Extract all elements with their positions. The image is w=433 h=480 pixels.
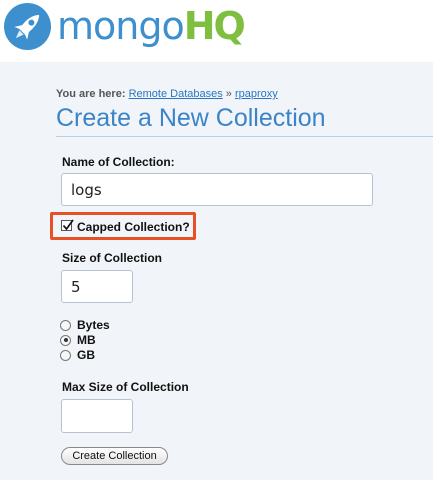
main-content: You are here: Remote Databases » rpaprox… [0,62,433,480]
unit-radio-mb[interactable] [60,334,71,346]
logo-hq: HQ [183,4,246,48]
unit-option-mb[interactable]: MB [60,333,96,347]
logo-mongo: mongo [57,4,185,48]
breadcrumb-prefix: You are here: [56,88,126,100]
unit-radio-bytes[interactable] [60,319,71,331]
page-title: Create a New Collection [56,104,326,132]
logo-text[interactable]: mongoHQ [57,2,246,50]
max-size-input[interactable] [61,399,133,433]
rocket-icon[interactable] [4,3,51,50]
checkmark-icon [62,219,74,231]
capped-label: Capped Collection? [77,220,190,234]
header: mongoHQ [0,0,433,62]
size-label: Size of Collection [62,251,163,265]
breadcrumb: You are here: Remote Databases » rpaprox… [56,88,278,100]
unit-option-bytes[interactable]: Bytes [60,318,110,332]
name-label: Name of Collection: [62,155,175,169]
title-divider [56,136,433,137]
capped-checkbox[interactable] [61,219,74,231]
size-input[interactable] [61,270,133,303]
create-collection-button[interactable]: Create Collection [61,447,168,465]
max-size-label: Max Size of Collection [62,380,189,394]
unit-label-gb: GB [77,348,95,362]
unit-option-gb[interactable]: GB [60,348,95,362]
collection-name-input[interactable] [61,173,373,206]
breadcrumb-link-rpaproxy[interactable]: rpaproxy [235,88,278,100]
unit-label-bytes: Bytes [77,318,110,332]
unit-label-mb: MB [77,333,96,347]
breadcrumb-link-remote-databases[interactable]: Remote Databases [129,88,223,100]
breadcrumb-separator: » [225,88,232,100]
unit-radio-gb[interactable] [60,349,71,361]
